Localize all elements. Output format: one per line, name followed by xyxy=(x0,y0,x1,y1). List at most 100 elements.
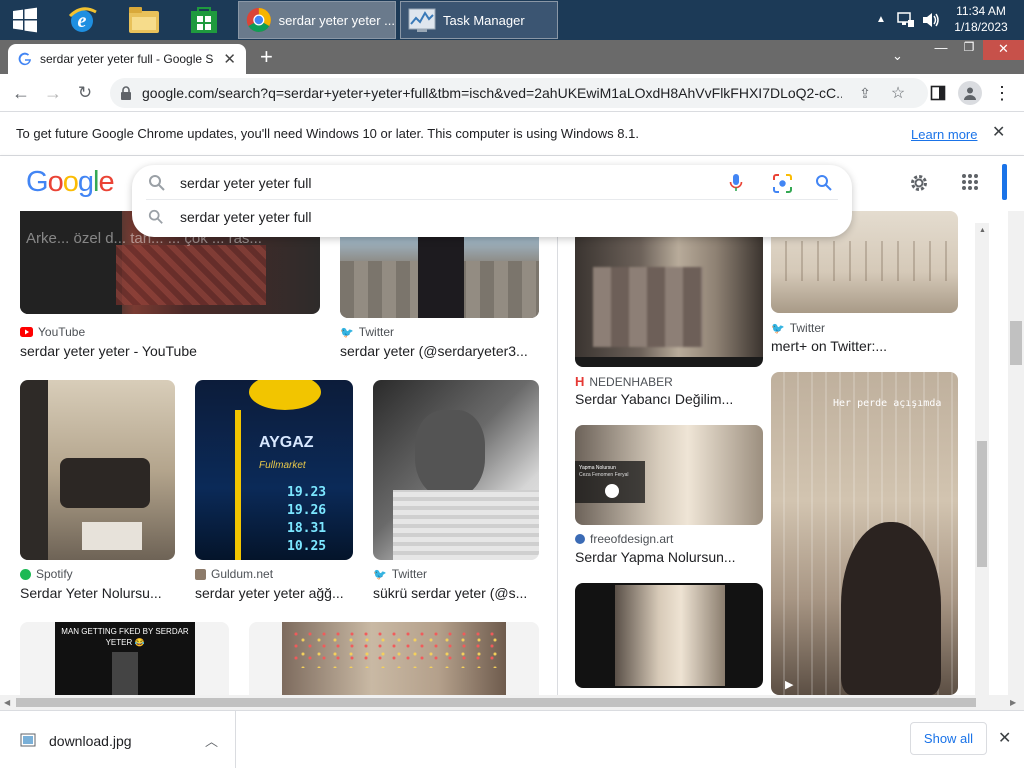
start-button[interactable] xyxy=(0,0,50,40)
page-scrollbar[interactable] xyxy=(1008,211,1024,695)
window-light xyxy=(615,585,725,686)
result-image[interactable]: Her perde açışımda ▶ xyxy=(771,372,958,695)
side-panel-icon[interactable] xyxy=(928,83,948,103)
scroll-thumb[interactable] xyxy=(977,441,987,567)
result-source: 🐦 Twitter xyxy=(771,321,825,335)
bookmark-star-icon[interactable]: ☆ xyxy=(888,83,908,103)
back-button[interactable]: ← xyxy=(8,80,34,106)
reload-button[interactable]: ↻ xyxy=(72,80,98,106)
taskbar-app-task-manager[interactable]: Task Manager xyxy=(400,1,558,39)
clock-time: 11:34 AM xyxy=(956,4,1006,18)
scroll-right-icon[interactable]: ▶ xyxy=(1010,698,1016,707)
tab-search-icon[interactable]: ⌄ xyxy=(892,48,903,64)
download-item[interactable]: download.jpg ︿ xyxy=(0,711,236,768)
dark-edge xyxy=(20,380,48,560)
lock-icon xyxy=(121,86,131,100)
horizontal-scrollbar[interactable]: ◀ ▶ xyxy=(0,695,1024,710)
source-label: freeofdesign.art xyxy=(590,532,674,546)
panel-scrollbar[interactable]: ▲ xyxy=(975,223,989,695)
source-label: Twitter xyxy=(789,321,826,335)
apps-grid-icon[interactable] xyxy=(958,170,982,194)
result-image[interactable] xyxy=(373,380,539,560)
taskbar-app-chrome[interactable]: serdar yeter yeter ... xyxy=(238,1,396,39)
price: 19.23 xyxy=(287,485,327,500)
file-explorer-icon[interactable] xyxy=(120,0,168,40)
share-icon[interactable]: ⇪ xyxy=(855,83,875,103)
result-title[interactable]: serdar yeter yeter - YouTube xyxy=(20,343,320,359)
image-block xyxy=(20,211,122,314)
result-title[interactable]: sükrü serdar yeter (@s... xyxy=(373,585,539,601)
result-title[interactable]: serdar yeter (@serdaryeter3... xyxy=(340,343,540,359)
show-hidden-icons[interactable]: ▲ xyxy=(876,14,886,25)
image-results: Arke... özel d... tan... ... çok ... ras… xyxy=(0,211,1024,695)
result-title[interactable]: serdar yeter yeter ağğ... xyxy=(195,585,353,601)
result-title[interactable]: Serdar Yabancı Değilim... xyxy=(575,391,763,407)
result-image[interactable]: AYGAZ Fullmarket 19.23 19.26 18.31 10.25 xyxy=(195,380,353,560)
result-image[interactable] xyxy=(575,583,763,688)
google-logo[interactable]: Google xyxy=(26,166,115,199)
face-shape xyxy=(415,410,485,498)
taskbar: e serdar yeter yeter ... Task Manager ▲ … xyxy=(0,0,1024,40)
tab-strip: serdar yeter yeter full - Google S ✕ + ⌄… xyxy=(0,40,1024,74)
close-download-bar-icon[interactable]: ✕ xyxy=(998,728,1011,748)
browser-toolbar: ← → ↻ google.com/search?q=serdar+yeter+y… xyxy=(0,74,1024,112)
pixelated-area xyxy=(593,267,703,347)
result-title[interactable]: Serdar Yapma Nolursun... xyxy=(575,549,763,565)
forward-button[interactable]: → xyxy=(40,80,66,106)
result-source: 🐦 Twitter xyxy=(340,325,394,339)
result-source: Guldum.net xyxy=(195,567,273,581)
page-scroll-thumb[interactable] xyxy=(1010,321,1022,365)
windows-logo-icon xyxy=(13,7,37,33)
result-image[interactable]: MAN GETTING FKED BY SERDAR YETER 😂 xyxy=(20,622,229,695)
download-filename: download.jpg xyxy=(49,733,132,749)
volume-icon[interactable] xyxy=(921,11,941,32)
guldum-favicon-icon xyxy=(195,568,206,580)
tab-google-search[interactable]: serdar yeter yeter full - Google S ✕ xyxy=(8,44,246,74)
search-input[interactable]: serdar yeter yeter full xyxy=(180,175,312,191)
price: 10.25 xyxy=(287,539,327,554)
price: 19.26 xyxy=(287,503,327,518)
close-tab-icon[interactable]: ✕ xyxy=(223,50,236,68)
settings-gear-icon[interactable] xyxy=(906,170,932,196)
clock-date: 1/18/2023 xyxy=(954,20,1008,34)
close-infobar-icon[interactable]: ✕ xyxy=(992,122,1005,142)
ie-icon[interactable]: e xyxy=(58,0,106,40)
result-source: freeofdesign.art xyxy=(575,532,673,546)
hscroll-thumb[interactable] xyxy=(16,698,976,707)
result-title[interactable]: Serdar Yeter Nolursu... xyxy=(20,585,175,601)
result-image[interactable] xyxy=(20,380,175,560)
voice-search-icon[interactable] xyxy=(729,173,743,193)
restore-button[interactable]: ❐ xyxy=(956,40,982,60)
result-title[interactable]: mert+ on Twitter:... xyxy=(771,338,958,354)
suggestion-item[interactable]: serdar yeter yeter full xyxy=(132,201,852,233)
learn-more-link[interactable]: Learn more xyxy=(911,127,977,142)
panel-divider xyxy=(557,211,558,695)
aygaz-sub-text: Fullmarket xyxy=(259,460,306,471)
minimize-button[interactable]: — xyxy=(927,40,955,60)
result-image[interactable] xyxy=(575,231,763,367)
lens-camera-icon[interactable] xyxy=(772,173,793,194)
source-label: Spotify xyxy=(36,567,73,581)
search-submit-icon[interactable] xyxy=(815,174,833,192)
network-icon[interactable] xyxy=(897,11,915,32)
result-source: H NEDENHABER xyxy=(575,374,673,389)
scroll-left-icon[interactable]: ◀ xyxy=(4,698,10,707)
tab-title: serdar yeter yeter full - Google S xyxy=(40,52,214,66)
store-icon[interactable] xyxy=(180,0,228,40)
twitter-bird-icon: 🐦 xyxy=(771,322,785,335)
task-manager-icon xyxy=(408,8,436,32)
result-image[interactable]: Yapma Nolursun Ceza Fenomen Feryal xyxy=(575,425,763,525)
new-tab-button[interactable]: + xyxy=(260,44,273,70)
menu-kebab-icon[interactable]: ⋮ xyxy=(993,81,1011,105)
system-clock[interactable]: 11:34 AM 1/18/2023 xyxy=(950,3,1012,35)
source-label: Twitter xyxy=(391,567,428,581)
result-source: 🐦 Twitter xyxy=(373,567,427,581)
show-all-button[interactable]: Show all xyxy=(910,722,987,755)
result-image[interactable] xyxy=(249,622,539,695)
address-bar[interactable]: google.com/search?q=serdar+yeter+yeter+f… xyxy=(110,78,928,108)
download-bar: download.jpg ︿ Show all ✕ xyxy=(0,710,1024,768)
profile-avatar-icon[interactable] xyxy=(958,81,982,105)
download-options-chevron-icon[interactable]: ︿ xyxy=(205,731,218,750)
close-window-button[interactable]: ✕ xyxy=(983,40,1024,60)
scroll-up-icon[interactable]: ▲ xyxy=(979,227,986,234)
